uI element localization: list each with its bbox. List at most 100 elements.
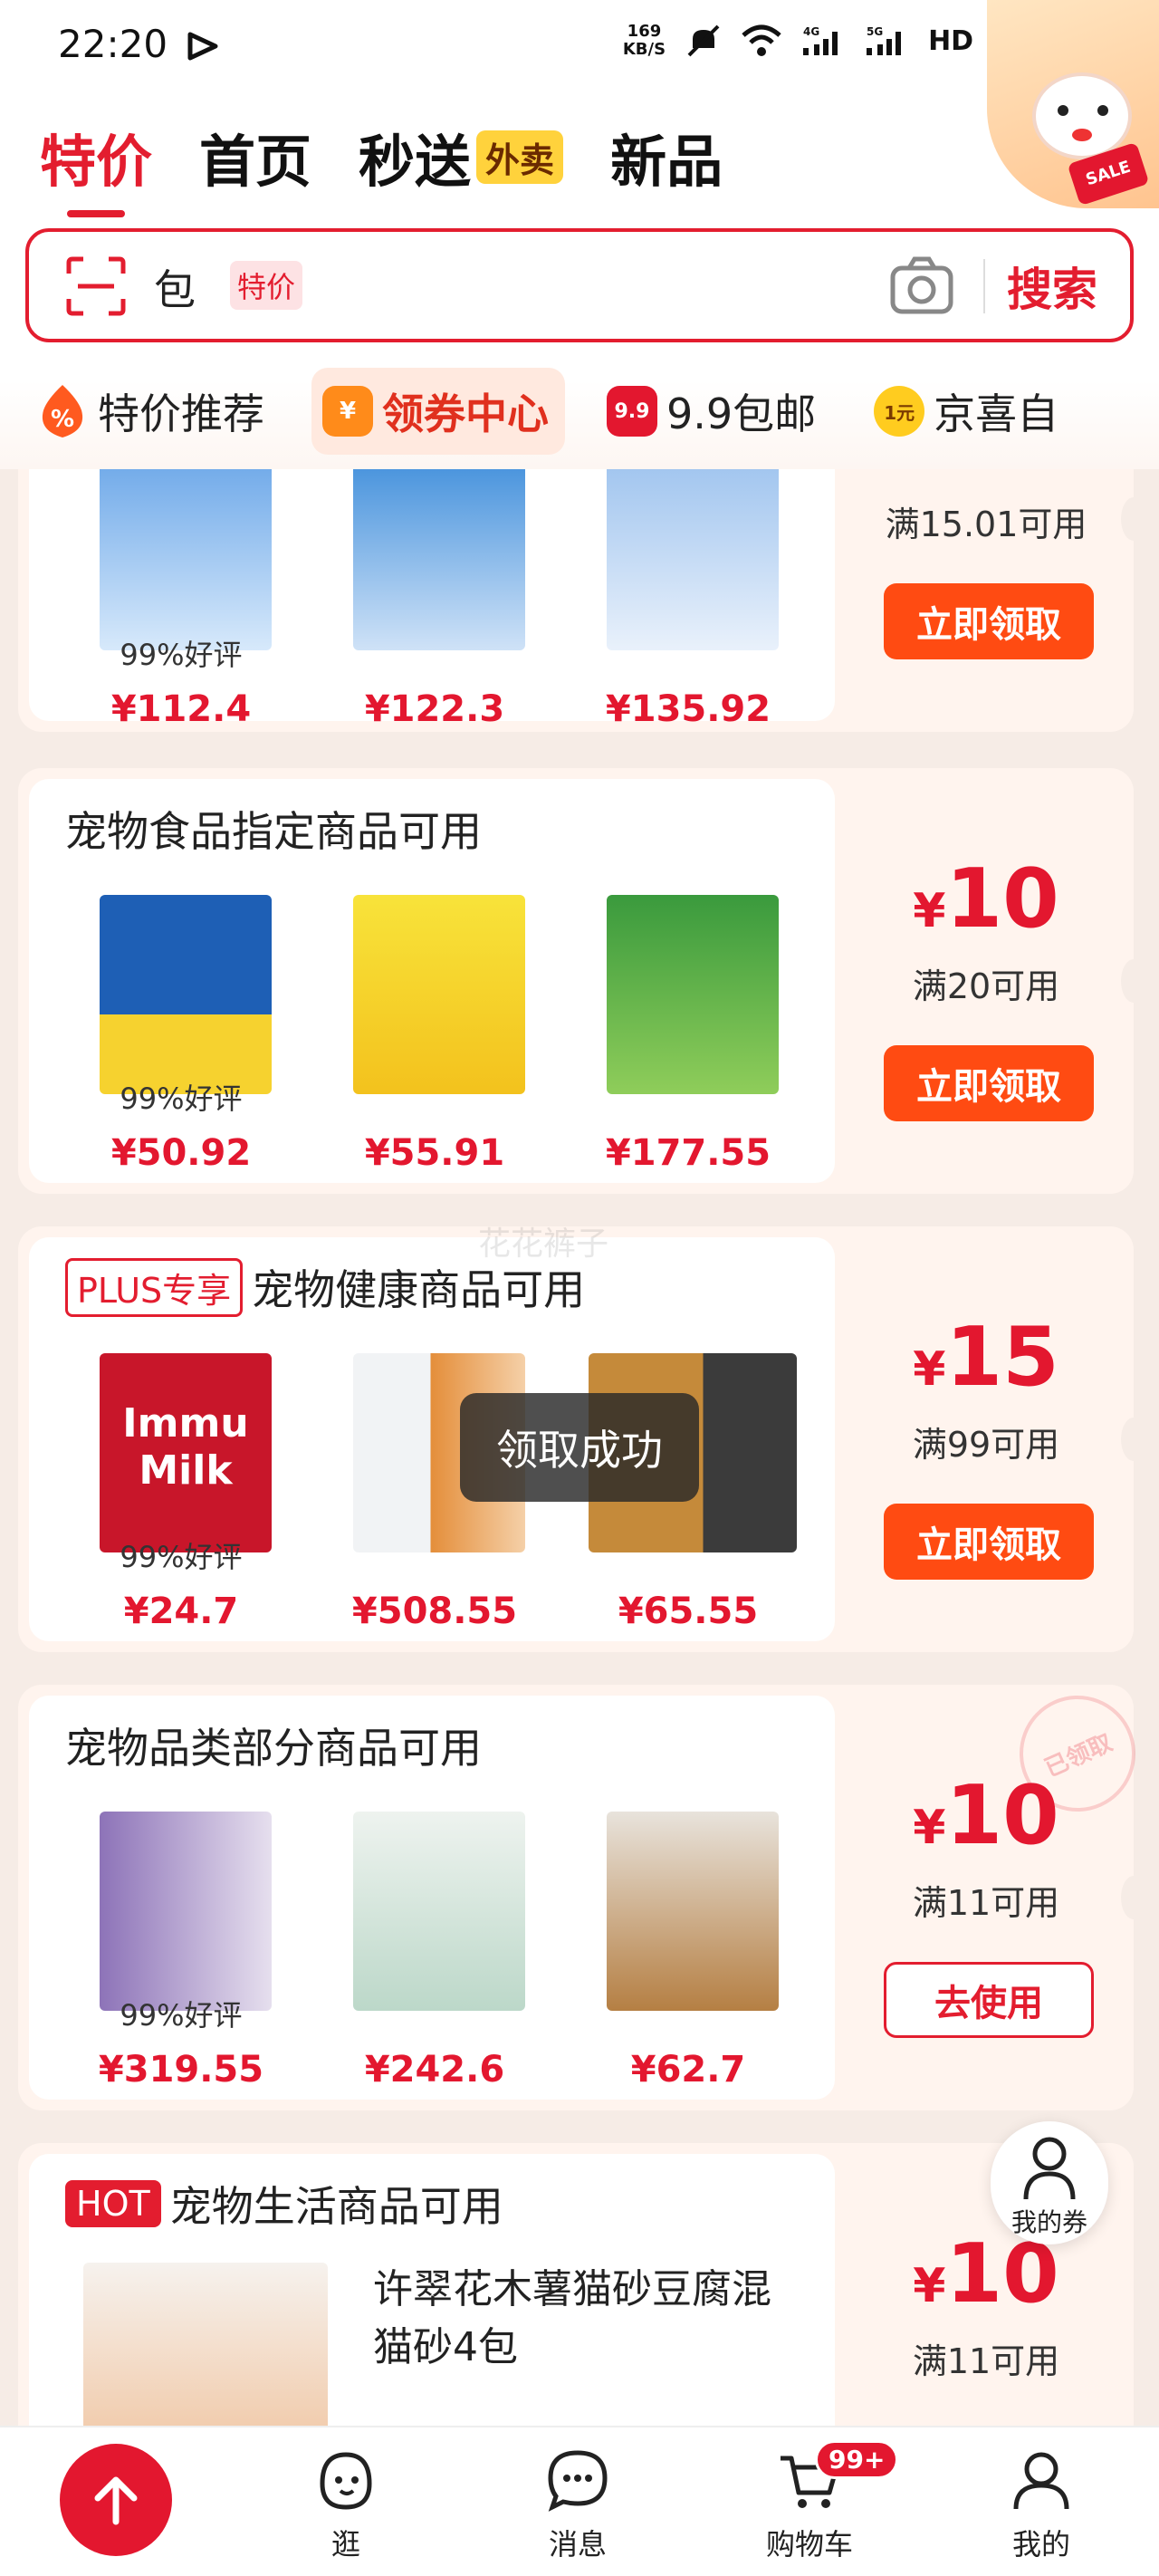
claim-button[interactable]: 立即领取 xyxy=(884,583,1094,659)
coupon-title: PLUS专享 宠物健康商品可用 xyxy=(65,1257,585,1317)
bottom-nav: 逛 消息 99+ 购物车 我的 xyxy=(0,2426,1159,2576)
play-icon xyxy=(187,32,218,61)
tab-label: 特价 xyxy=(40,129,153,195)
search-input[interactable]: 包 xyxy=(154,257,196,317)
my-coupon-button[interactable]: 我的券 xyxy=(991,2121,1108,2244)
product-name[interactable]: 许翠花木薯猫砂豆腐混 猫砂4包 xyxy=(373,2261,771,2377)
product-image xyxy=(353,469,525,650)
scan-icon[interactable] xyxy=(65,255,127,317)
back-to-top-button[interactable] xyxy=(60,2444,172,2556)
product-name-line: 猫砂4包 xyxy=(373,2324,518,2370)
product-image: Immu Milk xyxy=(100,1353,272,1552)
product-image xyxy=(100,469,272,650)
coupon-condition: 满11可用 xyxy=(912,2341,1060,2381)
watermark: 花花裤子 xyxy=(478,1226,609,1263)
nav-cart[interactable]: 99+ 购物车 xyxy=(719,2427,900,2576)
product-image xyxy=(607,1812,779,2011)
claim-button[interactable]: 立即领取 xyxy=(884,1504,1094,1580)
toast-message: 领取成功 xyxy=(460,1393,699,1502)
coupon-amount: ¥10 xyxy=(913,2226,1059,2321)
subtab-tejia-recommend[interactable]: % 特价推荐 xyxy=(25,368,281,455)
product-image xyxy=(607,469,779,650)
coupon-condition: 满20可用 xyxy=(912,966,1060,1006)
coupon-title: HOT 宠物生活商品可用 xyxy=(65,2174,503,2234)
use-button[interactable]: 去使用 xyxy=(884,1962,1094,2038)
coupon-title-text: 宠物品类部分商品可用 xyxy=(65,1724,482,1773)
coupon-amount-value: 10 xyxy=(945,851,1059,947)
arrow-up-icon xyxy=(94,2476,138,2525)
coupon-notch xyxy=(1121,1876,1146,1919)
nav-profile[interactable]: 我的 xyxy=(951,2427,1132,2576)
top-header: 22:20 169 KB/S 4G 5G HD SALE 特价 首页 秒送 外卖… xyxy=(0,0,1159,469)
camera-icon[interactable] xyxy=(889,255,954,315)
tab-label: 秒送 xyxy=(359,129,472,195)
nav-messages[interactable]: 消息 xyxy=(487,2427,668,2576)
person-icon xyxy=(1023,2137,1076,2200)
nine-nine-icon: 9.9 xyxy=(607,386,657,437)
product-image xyxy=(353,895,525,1094)
subtab-jingxi[interactable]: 1元 京喜自 xyxy=(863,368,1075,455)
subtab-label: 京喜自 xyxy=(934,389,1059,438)
coupon-value: ¥15 满15.01可用 立即领取 xyxy=(838,469,1134,732)
subtab-label: 领券中心 xyxy=(382,389,549,438)
product-price: ¥62.7 xyxy=(630,2049,746,2091)
product-price: ¥50.92 xyxy=(110,1132,252,1174)
tab-miaosong[interactable]: 秒送 外卖 xyxy=(359,116,564,197)
coupon-notch xyxy=(1121,1418,1146,1461)
hd-indicator: HD xyxy=(928,24,974,57)
main-tabs: 特价 首页 秒送 外卖 新品 xyxy=(40,116,723,217)
status-bar: 22:20 169 KB/S 4G 5G HD xyxy=(0,0,1159,100)
coupon-amount: ¥10 xyxy=(913,1768,1059,1863)
product-price: ¥122.3 xyxy=(364,688,505,730)
svg-text:5G: 5G xyxy=(867,25,883,38)
svg-text:4G: 4G xyxy=(803,25,819,38)
claim-button[interactable]: 立即领取 xyxy=(884,1045,1094,1121)
search-tag: 特价 xyxy=(230,261,303,310)
search-bar[interactable]: 包 特价 搜索 xyxy=(25,228,1134,342)
plus-tag: PLUS专享 xyxy=(65,1257,244,1317)
coupon-card: 宠物食品指定商品可用 99%好评 ¥50.92 ¥55.91 ¥177.55 ¥… xyxy=(18,768,1146,1194)
message-icon xyxy=(548,2450,608,2512)
product-image xyxy=(353,1812,525,2011)
product-price: ¥177.55 xyxy=(605,1132,771,1174)
my-coupon-label: 我的券 xyxy=(1011,2207,1087,2237)
subtab-label: 9.9包邮 xyxy=(666,389,817,438)
product-image[interactable] xyxy=(83,2263,328,2426)
sale-mascot[interactable]: SALE xyxy=(987,0,1159,208)
coupon-title-text: 宠物食品指定商品可用 xyxy=(65,807,482,856)
coupon-card: 宠物品类部分商品可用 99%好评 ¥319.55 ¥242.6 ¥62.7 已领… xyxy=(18,1677,1154,2110)
status-time: 22:20 xyxy=(58,22,168,66)
product-image xyxy=(100,1812,272,2011)
coupon-amount-value: 15 xyxy=(945,1310,1059,1405)
search-button[interactable]: 搜索 xyxy=(1007,254,1097,319)
product-image xyxy=(100,895,272,1094)
coupon-notch xyxy=(1121,959,1146,1003)
coupon-value: 已领取 ¥10 满11可用 去使用 xyxy=(838,1677,1154,2110)
stroll-icon xyxy=(320,2452,372,2510)
nav-label: 逛 xyxy=(330,2527,360,2562)
nav-stroll[interactable]: 逛 xyxy=(255,2427,436,2576)
tab-tejia[interactable]: 特价 xyxy=(40,116,153,217)
waimai-badge: 外卖 xyxy=(476,130,564,184)
product-price: ¥55.91 xyxy=(364,1132,505,1174)
subtab-coupon-center[interactable]: ¥ 领券中心 xyxy=(311,368,565,455)
coupon-amount-value: 15 xyxy=(945,469,1058,485)
coupon-yen-icon: ¥ xyxy=(322,386,373,437)
coupon-value: ¥10 满20可用 立即领取 xyxy=(838,768,1134,1194)
subtab-99-free-shipping[interactable]: 9.9 9.9包邮 xyxy=(596,368,832,455)
product-price: ¥24.7 xyxy=(123,1591,239,1632)
coupon-title-text: 宠物健康商品可用 xyxy=(252,1265,586,1314)
coupon-notch xyxy=(1121,497,1146,541)
tab-home[interactable]: 首页 xyxy=(199,116,311,197)
mascot-nose xyxy=(1072,129,1092,141)
hot-tag: HOT xyxy=(65,2180,161,2227)
coupon-amount: ¥15 xyxy=(838,469,1134,485)
product-price: ¥319.55 xyxy=(98,2049,264,2091)
svg-text:%: % xyxy=(51,406,74,433)
product-rating: 99%好评 xyxy=(120,1998,243,2033)
mascot-face xyxy=(1032,72,1132,159)
product-rating: 99%好评 xyxy=(120,638,243,672)
coupon-title-text: 宠物生活商品可用 xyxy=(169,2182,503,2231)
tab-new[interactable]: 新品 xyxy=(610,116,723,197)
signal-4g-icon: 4G xyxy=(803,25,838,55)
